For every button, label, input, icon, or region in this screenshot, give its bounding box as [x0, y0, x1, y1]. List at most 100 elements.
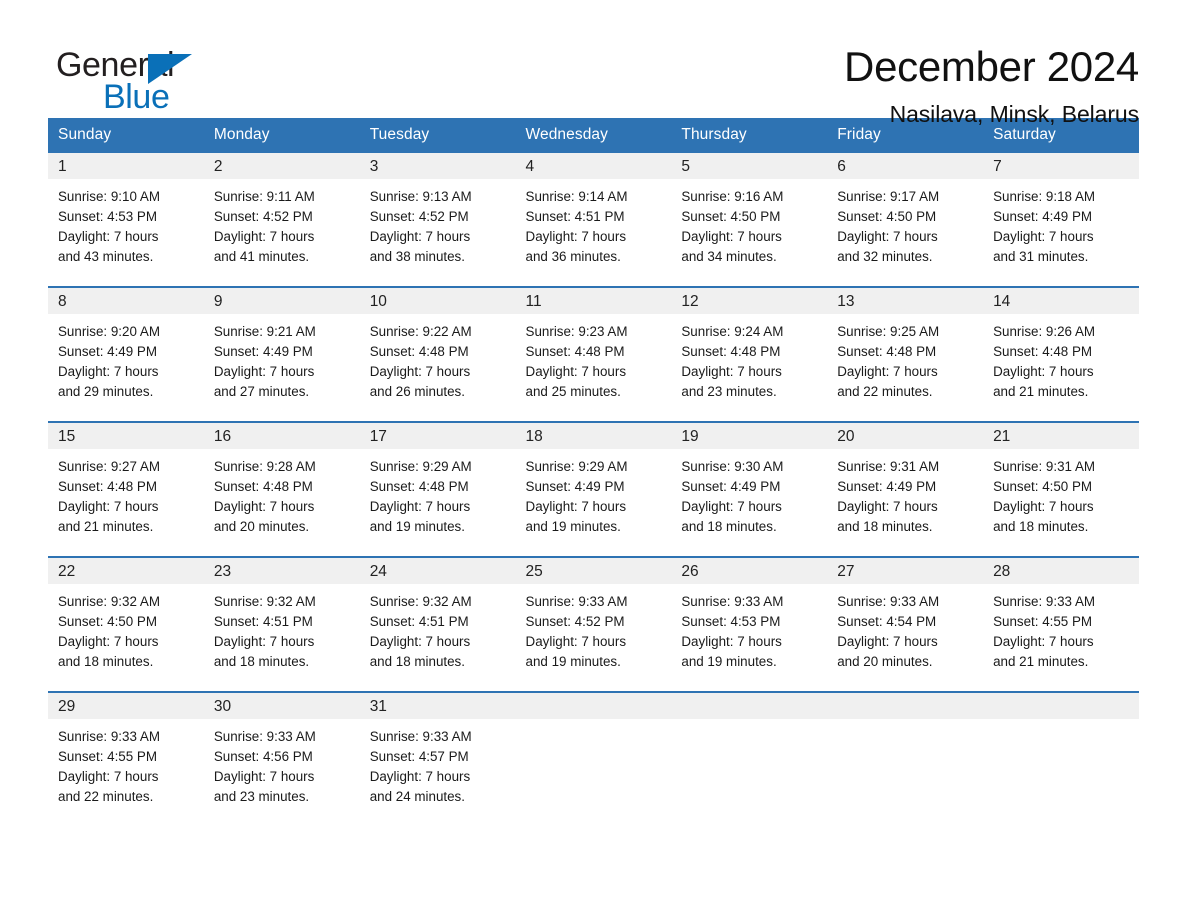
- day-number: 18: [515, 423, 672, 449]
- day-number: 28: [983, 558, 1139, 584]
- day-cell[interactable]: 9 Sunrise: 9:21 AM Sunset: 4:49 PM Daylight…: [203, 286, 360, 422]
- day-cell[interactable]: 23 Sunrise: 9:32 AM Sunset: 4:51 PM Dayligh…: [203, 556, 360, 692]
- day-cell[interactable]: 15 Sunrise: 9:27 AM Sunset: 4:48 PM Dayligh…: [48, 421, 204, 557]
- sunrise-text: Sunrise: 9:20 AM: [58, 324, 160, 339]
- day-number: 7: [983, 153, 1139, 179]
- sunset-text: Sunset: 4:56 PM: [213, 749, 313, 764]
- day-number: [515, 693, 672, 719]
- sunset-text: Sunset: 4:49 PM: [525, 479, 625, 494]
- logo-text-blue: Blue: [103, 78, 170, 116]
- day-cell[interactable]: 19 Sunrise: 9:30 AM Sunset: 4:49 PM Dayligh…: [671, 421, 828, 557]
- day-cell[interactable]: 10 Sunrise: 9:22 AM Sunset: 4:48 PM Dayligh…: [359, 286, 516, 422]
- day-number: 23: [203, 558, 360, 584]
- day-cell[interactable]: 24 Sunrise: 9:32 AM Sunset: 4:51 PM Dayligh…: [359, 556, 516, 692]
- day-number: [827, 693, 984, 719]
- day-details: Sunrise: 9:33 AM Sunset: 4:57 PM Daylight:…: [360, 719, 516, 807]
- day-cell[interactable]: 12 Sunrise: 9:24 AM Sunset: 4:48 PM Dayligh…: [671, 286, 828, 422]
- daylight-text-line2: and 43 minutes.: [58, 249, 154, 264]
- daylight-text-line1: Daylight: 7 hours: [681, 634, 782, 649]
- day-cell[interactable]: 25 Sunrise: 9:33 AM Sunset: 4:52 PM Dayligh…: [515, 556, 672, 692]
- daylight-text-line1: Daylight: 7 hours: [993, 634, 1094, 649]
- day-cell[interactable]: 8 Sunrise: 9:20 AM Sunset: 4:49 PM Daylight…: [48, 286, 204, 422]
- daylight-text-line1: Daylight: 7 hours: [369, 229, 471, 244]
- daylight-text-line2: and 38 minutes.: [369, 249, 465, 264]
- day-cell[interactable]: 20 Sunrise: 9:31 AM Sunset: 4:49 PM Dayligh…: [827, 421, 984, 557]
- day-cell[interactable]: 21 Sunrise: 9:31 AM Sunset: 4:50 PM Dayligh…: [983, 421, 1139, 557]
- sunset-text: Sunset: 4:48 PM: [993, 344, 1093, 359]
- day-cell[interactable]: 30 Sunrise: 9:33 AM Sunset: 4:56 PM Dayligh…: [203, 691, 360, 826]
- sunrise-text: Sunrise: 9:30 AM: [681, 459, 784, 474]
- day-number: 16: [203, 423, 360, 449]
- day-cell[interactable]: 3 Sunrise: 9:13 AM Sunset: 4:52 PM Daylight…: [359, 153, 516, 287]
- sunrise-text: Sunrise: 9:32 AM: [369, 594, 472, 609]
- weekday-header-monday: Monday: [203, 118, 360, 153]
- day-cell[interactable]: 14 Sunrise: 9:26 AM Sunset: 4:48 PM Dayligh…: [983, 286, 1139, 422]
- daylight-text-line2: and 21 minutes.: [58, 519, 154, 534]
- page-subtitle: Nasilava, Minsk, Belarus: [889, 101, 1140, 128]
- title-block: December 2024 Nasilava, Minsk, Belarus: [844, 44, 1139, 128]
- sunset-text: Sunset: 4:55 PM: [993, 614, 1093, 629]
- day-cell[interactable]: 22 Sunrise: 9:32 AM Sunset: 4:50 PM Dayligh…: [48, 556, 204, 692]
- daylight-text-line1: Daylight: 7 hours: [58, 499, 159, 514]
- daylight-text-line2: and 21 minutes.: [993, 384, 1089, 399]
- sunset-text: Sunset: 4:48 PM: [369, 344, 469, 359]
- day-cell[interactable]: 17 Sunrise: 9:29 AM Sunset: 4:48 PM Dayligh…: [359, 421, 516, 557]
- sunrise-text: Sunrise: 9:33 AM: [369, 729, 472, 744]
- weekday-header-thursday: Thursday: [671, 118, 828, 153]
- day-cell[interactable]: 31 Sunrise: 9:33 AM Sunset: 4:57 PM Dayligh…: [359, 691, 516, 826]
- day-details: Sunrise: 9:23 AM Sunset: 4:48 PM Daylight:…: [516, 314, 672, 402]
- daylight-text-line1: Daylight: 7 hours: [681, 229, 782, 244]
- day-cell[interactable]: 4 Sunrise: 9:14 AM Sunset: 4:51 PM Daylight…: [515, 153, 672, 287]
- day-cell[interactable]: 29 Sunrise: 9:33 AM Sunset: 4:55 PM Dayligh…: [48, 691, 204, 826]
- daylight-text-line2: and 18 minutes.: [213, 654, 310, 669]
- day-details: Sunrise: 9:25 AM Sunset: 4:48 PM Daylight:…: [827, 314, 983, 402]
- daylight-text-line2: and 32 minutes.: [837, 249, 933, 264]
- daylight-text-line2: and 22 minutes.: [837, 384, 933, 399]
- sunset-text: Sunset: 4:57 PM: [369, 749, 469, 764]
- weekday-header-wednesday: Wednesday: [515, 118, 672, 153]
- day-cell[interactable]: 7 Sunrise: 9:18 AM Sunset: 4:49 PM Daylight…: [983, 153, 1139, 287]
- daylight-text-line1: Daylight: 7 hours: [213, 229, 315, 244]
- day-cell[interactable]: 2 Sunrise: 9:11 AM Sunset: 4:52 PM Daylight…: [203, 153, 360, 287]
- daylight-text-line2: and 18 minutes.: [369, 654, 465, 669]
- day-details: Sunrise: 9:33 AM Sunset: 4:55 PM Daylight:…: [983, 584, 1139, 672]
- day-cell[interactable]: 5 Sunrise: 9:16 AM Sunset: 4:50 PM Daylight…: [671, 153, 828, 287]
- day-cell[interactable]: 16 Sunrise: 9:28 AM Sunset: 4:48 PM Dayligh…: [203, 421, 360, 557]
- day-cell[interactable]: 6 Sunrise: 9:17 AM Sunset: 4:50 PM Daylight…: [827, 153, 984, 287]
- day-details: Sunrise: 9:18 AM Sunset: 4:49 PM Daylight:…: [983, 179, 1139, 267]
- sunset-text: Sunset: 4:49 PM: [213, 344, 313, 359]
- daylight-text-line2: and 23 minutes.: [681, 384, 777, 399]
- day-cell[interactable]: 28 Sunrise: 9:33 AM Sunset: 4:55 PM Dayligh…: [983, 556, 1139, 692]
- day-cell[interactable]: 1 Sunrise: 9:10 AM Sunset: 4:53 PM Daylight…: [48, 153, 204, 287]
- day-cell[interactable]: 18 Sunrise: 9:29 AM Sunset: 4:49 PM Dayligh…: [515, 421, 672, 557]
- day-cell[interactable]: 13 Sunrise: 9:25 AM Sunset: 4:48 PM Dayligh…: [827, 286, 984, 422]
- daylight-text-line2: and 27 minutes.: [213, 384, 310, 399]
- day-cell[interactable]: 11 Sunrise: 9:23 AM Sunset: 4:48 PM Dayligh…: [515, 286, 672, 422]
- sunset-text: Sunset: 4:48 PM: [837, 344, 937, 359]
- day-details: Sunrise: 9:14 AM Sunset: 4:51 PM Daylight:…: [516, 179, 672, 267]
- calendar-week-row: 1 Sunrise: 9:10 AM Sunset: 4:53 PM Daylight…: [48, 153, 1139, 287]
- generalblue-logo[interactable]: General Blue: [56, 44, 256, 116]
- sunrise-text: Sunrise: 9:13 AM: [369, 189, 472, 204]
- day-number: 4: [515, 153, 672, 179]
- daylight-text-line2: and 21 minutes.: [993, 654, 1089, 669]
- day-number: [983, 693, 1139, 719]
- day-cell[interactable]: 27 Sunrise: 9:33 AM Sunset: 4:54 PM Dayligh…: [827, 556, 984, 692]
- daylight-text-line2: and 24 minutes.: [369, 789, 465, 804]
- daylight-text-line2: and 23 minutes.: [213, 789, 310, 804]
- day-details: Sunrise: 9:33 AM Sunset: 4:52 PM Daylight:…: [516, 584, 672, 672]
- sunset-text: Sunset: 4:50 PM: [681, 209, 781, 224]
- day-cell-empty: [983, 691, 1139, 826]
- daylight-text-line1: Daylight: 7 hours: [837, 229, 938, 244]
- calendar-week-row: 8 Sunrise: 9:20 AM Sunset: 4:49 PM Daylight…: [48, 286, 1139, 422]
- sunrise-text: Sunrise: 9:31 AM: [837, 459, 940, 474]
- day-cell[interactable]: 26 Sunrise: 9:33 AM Sunset: 4:53 PM Dayligh…: [671, 556, 828, 692]
- day-number: 25: [515, 558, 672, 584]
- day-number: 17: [359, 423, 516, 449]
- day-number: 5: [671, 153, 828, 179]
- day-number: 22: [48, 558, 204, 584]
- daylight-text-line1: Daylight: 7 hours: [993, 364, 1094, 379]
- day-details: Sunrise: 9:10 AM Sunset: 4:53 PM Daylight:…: [48, 179, 204, 267]
- day-details: Sunrise: 9:31 AM Sunset: 4:50 PM Daylight:…: [983, 449, 1139, 537]
- day-number: 31: [359, 693, 516, 719]
